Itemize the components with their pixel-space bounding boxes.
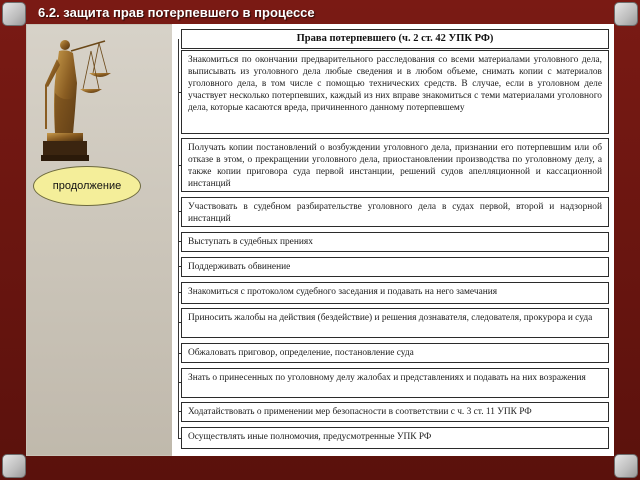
right-item: Знакомиться с протоколом судебного засед… xyxy=(181,282,609,304)
continue-badge[interactable]: продолжение xyxy=(33,166,141,206)
frame-corner-icon xyxy=(2,454,26,478)
frame-corner-icon xyxy=(614,2,638,26)
right-item: Поддерживать обвинение xyxy=(181,257,609,277)
right-item: Ходатайствовать о применении мер безопас… xyxy=(181,402,609,422)
right-item: Обжаловать приговор, определение, постан… xyxy=(181,343,609,363)
frame-corner-icon xyxy=(614,454,638,478)
slide-title: 6.2. защита прав потерпевшего в процессе xyxy=(38,5,315,20)
right-item: Знать о принесенных по уголовному делу ж… xyxy=(181,368,609,398)
tree-connector xyxy=(178,39,179,439)
right-item: Приносить жалобы на действия (бездействи… xyxy=(181,308,609,338)
right-item: Участвовать в судебном разбирательстве у… xyxy=(181,197,609,227)
frame-corner-icon xyxy=(2,2,26,26)
right-item: Выступать в судебных прениях xyxy=(181,232,609,252)
rights-header: Права потерпевшего (ч. 2 ст. 42 УПК РФ) xyxy=(181,29,609,49)
themis-statue-icon xyxy=(41,40,111,161)
right-item: Получать копии постановлений о возбужден… xyxy=(181,138,609,192)
right-item: Осуществлять иные полномочия, предусмотр… xyxy=(181,427,609,449)
right-item: Знакомиться по окончании предварительног… xyxy=(181,50,609,134)
